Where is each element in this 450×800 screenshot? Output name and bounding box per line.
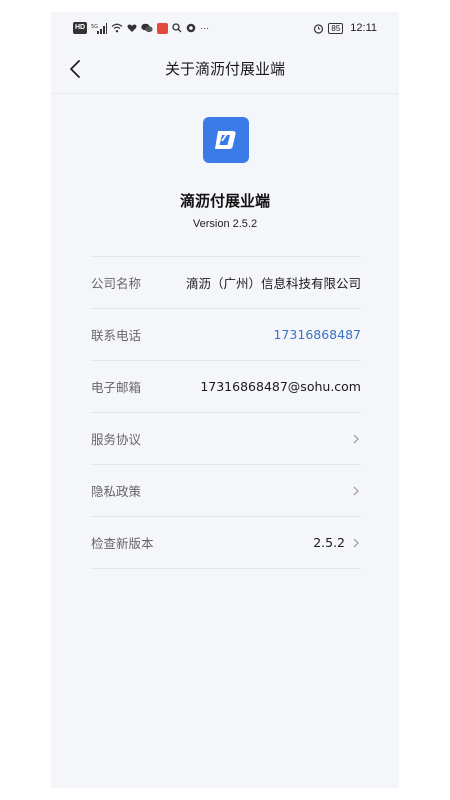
row-right: 17316868487 <box>274 327 361 342</box>
app-version: Version 2.5.2 <box>192 218 258 230</box>
row-label: 服务协议 <box>91 432 142 447</box>
battery-icon: 85 <box>328 22 344 34</box>
heart-icon <box>127 22 137 34</box>
row-right <box>351 433 361 445</box>
status-bar-right: 85 12:11 <box>313 22 377 34</box>
more-dots-icon: ··· <box>200 23 210 33</box>
row-phone[interactable]: 联系电话 17316868487 <box>91 309 361 361</box>
search-icon <box>172 22 182 34</box>
row-right: 2.5.2 <box>313 535 361 550</box>
hd-icon: HD <box>73 22 88 34</box>
row-company-name: 公司名称 滴沥（广州）信息科技有限公司 <box>91 257 361 309</box>
row-label: 电子邮箱 <box>91 380 142 395</box>
chevron-left-icon <box>70 60 80 78</box>
chevron-right-icon <box>351 537 361 549</box>
svg-text:5G: 5G <box>91 24 98 30</box>
status-time: 12:11 <box>350 22 377 34</box>
status-bar-left: HD 5G ··· <box>73 22 209 34</box>
chevron-right-icon <box>351 485 361 497</box>
app-screen: HD 5G ··· 85 12:11 关于滴沥付展业端 滴沥付展业端 Versi… <box>51 12 399 788</box>
app-badge-icon <box>157 22 169 34</box>
wifi-icon <box>111 22 123 34</box>
page-title: 关于滴沥付展业端 <box>164 60 285 78</box>
phone-link[interactable]: 17316868487 <box>274 327 361 342</box>
back-button[interactable] <box>63 57 87 81</box>
wechat-icon <box>141 22 153 34</box>
row-label: 检查新版本 <box>91 536 154 551</box>
company-name-value: 滴沥（广州）信息科技有限公司 <box>185 276 361 291</box>
app-logo-icon <box>203 117 249 163</box>
chevron-right-icon <box>351 433 361 445</box>
row-email: 电子邮箱 17316868487@sohu.com <box>91 361 361 413</box>
email-value: 17316868487@sohu.com <box>200 379 361 394</box>
row-check-update[interactable]: 检查新版本 2.5.2 <box>91 517 361 569</box>
browser-icon <box>186 22 196 34</box>
row-label: 公司名称 <box>91 276 142 291</box>
alarm-icon <box>313 22 324 34</box>
current-version-value: 2.5.2 <box>313 535 345 550</box>
row-right <box>351 485 361 497</box>
row-right: 滴沥（广州）信息科技有限公司 <box>186 273 361 292</box>
row-right: 17316868487@sohu.com <box>200 379 361 394</box>
app-name: 滴沥付展业端 <box>179 192 270 210</box>
row-privacy-policy[interactable]: 隐私政策 <box>91 465 361 517</box>
status-bar: HD 5G ··· 85 12:11 <box>51 12 399 44</box>
row-label: 隐私政策 <box>91 484 142 499</box>
5g-signal-icon: 5G <box>91 22 108 34</box>
row-label: 联系电话 <box>91 328 142 343</box>
info-list: 公司名称 滴沥（广州）信息科技有限公司 联系电话 17316868487 电子邮… <box>91 256 361 569</box>
row-service-agreement[interactable]: 服务协议 <box>91 413 361 465</box>
nav-bar: 关于滴沥付展业端 <box>51 44 399 94</box>
